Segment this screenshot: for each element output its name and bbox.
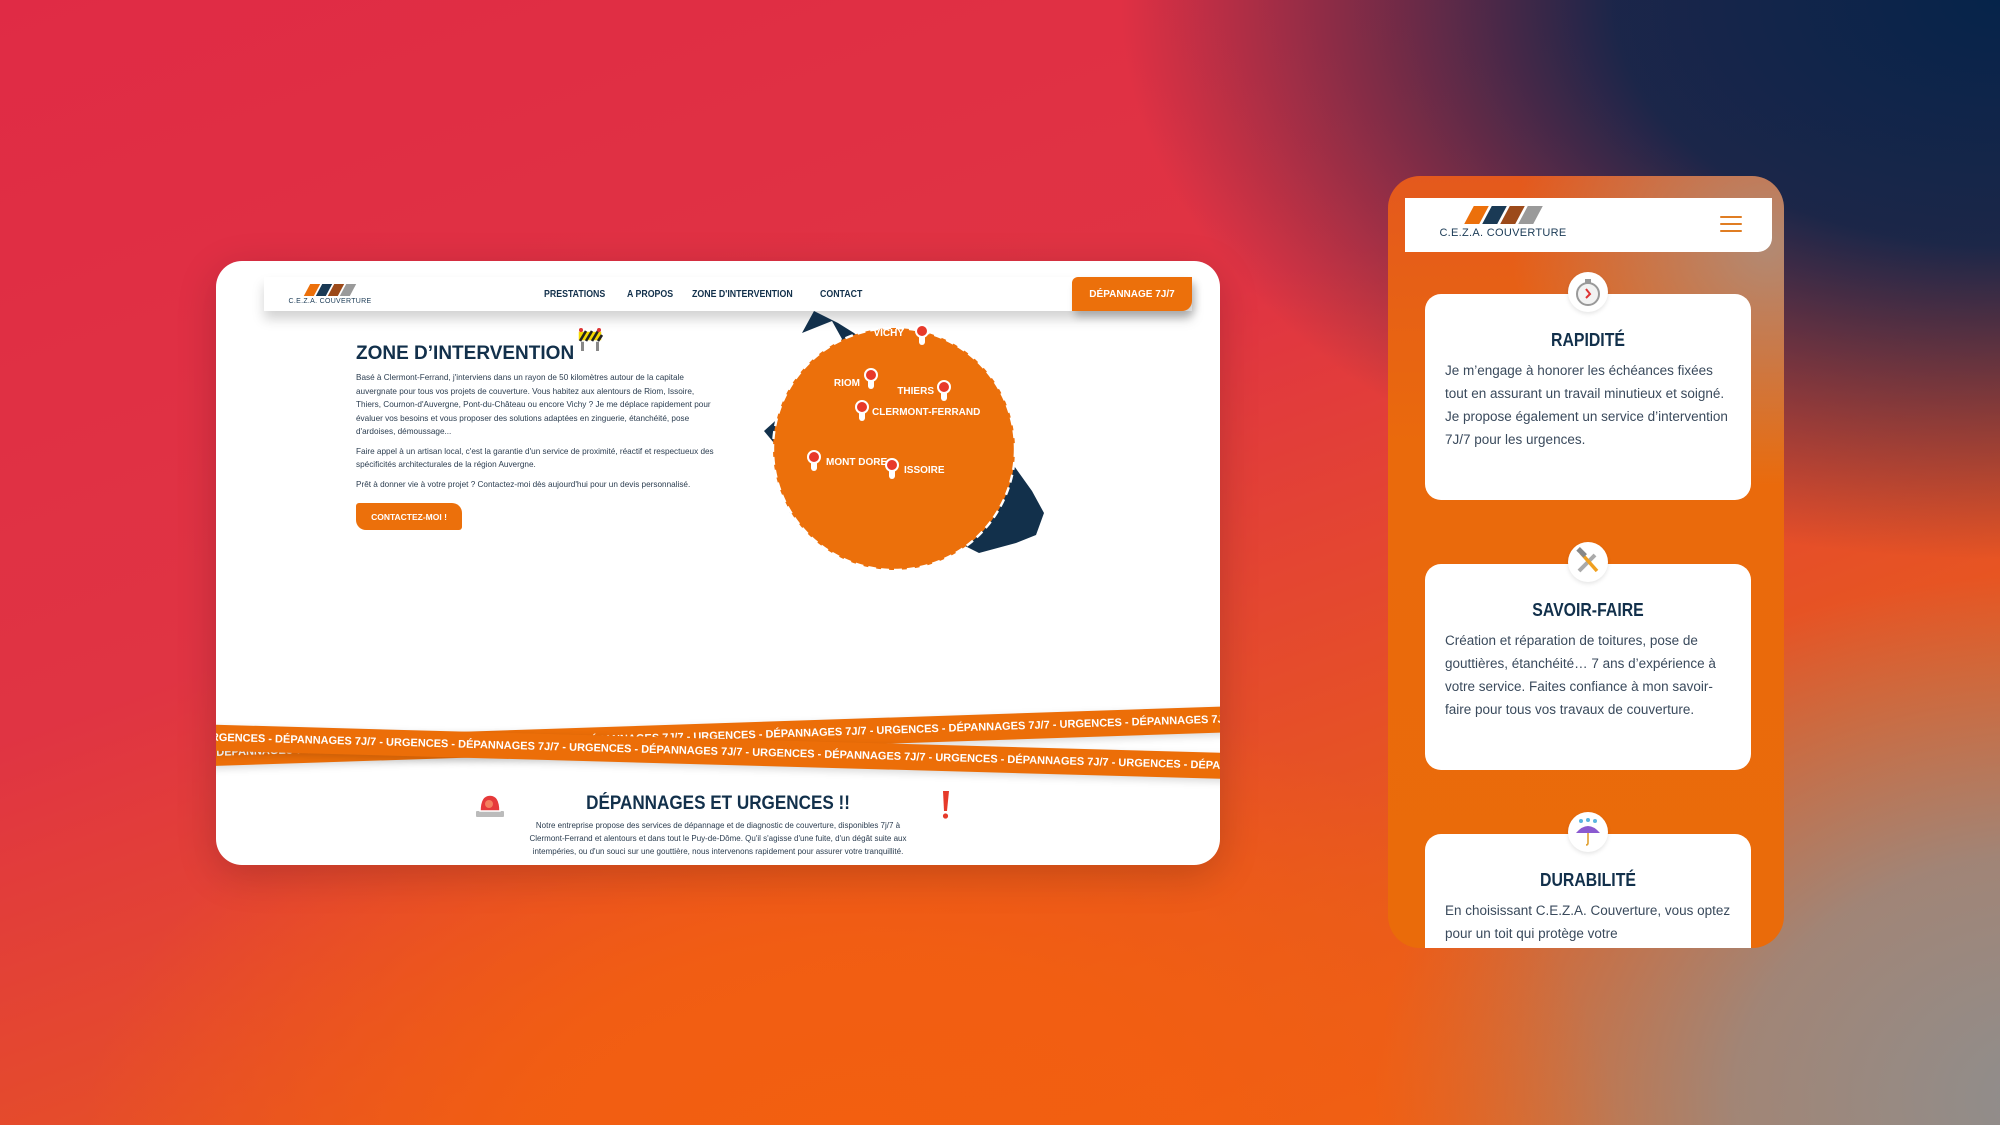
mobile-mockup: C.E.Z.A. COUVERTURE RAPIDITÉ Je m’engage… [1388, 176, 1784, 948]
zone-paragraph: Faire appel à un artisan local, c'est la… [356, 446, 714, 470]
hamburger-icon[interactable] [1720, 216, 1742, 232]
desktop-mockup: C.E.Z.A. COUVERTURE PRESTATIONS A PROPOS… [216, 261, 1220, 865]
feature-card-rapidite: RAPIDITÉ Je m’engage à honorer les échéa… [1425, 272, 1751, 500]
zone-paragraph: Basé à Clermont-Ferrand, j'interviens da… [356, 373, 711, 436]
card-title: RAPIDITÉ [1551, 330, 1625, 350]
intervention-map: VICHY RIOM THIERS CLERMONT-FERRAND MONT DORE… [764, 311, 1044, 572]
nav-a-propos[interactable]: A PROPOS [627, 289, 673, 300]
hammer-wrench-icon [1568, 542, 1608, 582]
city-label: VICHY [873, 328, 904, 339]
feature-card-durabilite: DURABILITÉ En choisissant C.E.Z.A. Couve… [1425, 812, 1751, 948]
zone-intervention-section: ZONE D’INTERVENTION Basé à Clermont-Ferr… [356, 321, 716, 530]
card-text: Création et réparation de toitures, pose… [1445, 633, 1716, 717]
mobile-header: C.E.Z.A. COUVERTURE [1405, 198, 1772, 252]
logo-text: C.E.Z.A. COUVERTURE [1439, 227, 1567, 239]
urgences-text: Notre entreprise propose des services de… [529, 821, 907, 856]
umbrella-rain-icon [1568, 812, 1608, 852]
nav-prestations[interactable]: PRESTATIONS [544, 289, 605, 300]
card-title: DURABILITÉ [1540, 870, 1636, 890]
nav-zone-intervention[interactable]: ZONE D'INTERVENTION [692, 289, 793, 300]
mobile-logo[interactable]: C.E.Z.A. COUVERTURE [1425, 206, 1581, 239]
logo[interactable]: C.E.Z.A. COUVERTURE [282, 283, 378, 305]
zone-title: ZONE D’INTERVENTION [356, 343, 575, 364]
urgences-title: DÉPANNAGES ET URGENCES !! [586, 793, 850, 814]
main-nav: PRESTATIONS A PROPOS ZONE D'INTERVENTION… [544, 289, 868, 300]
contact-button[interactable]: CONTACTEZ-MOI ! [356, 503, 462, 530]
logo-mark-icon [303, 283, 357, 296]
card-text: Je m’engage à honorer les échéances fixé… [1445, 363, 1728, 447]
city-label: MONT DORE [826, 457, 887, 468]
city-label: ISSOIRE [904, 465, 945, 476]
logo-text: C.E.Z.A. COUVERTURE [288, 297, 372, 305]
intervention-radius [771, 326, 1017, 572]
urgences-tapes: DÉPANNAGES 7J/7 - URGENCES - DÉPANNAGES … [216, 661, 1220, 801]
card-title: SAVOIR-FAIRE [1532, 600, 1644, 620]
city-label: RIOM [834, 378, 860, 389]
logo-mark-icon [1463, 206, 1543, 224]
feature-card-savoir-faire: SAVOIR-FAIRE Création et réparation de t… [1425, 542, 1751, 770]
nav-contact[interactable]: CONTACT [820, 289, 862, 300]
urgences-section: DÉPANNAGES ET URGENCES !! Notre entrepri… [216, 781, 1220, 858]
card-text: En choisissant C.E.Z.A. Couverture, vous… [1445, 903, 1731, 941]
city-label: CLERMONT-FERRAND [872, 407, 980, 418]
zone-paragraph: Prêt à donner vie à votre projet ? Conta… [356, 479, 691, 489]
stopwatch-icon [1568, 272, 1608, 312]
city-label: THIERS [897, 386, 934, 397]
exclamation-icon [942, 791, 949, 819]
